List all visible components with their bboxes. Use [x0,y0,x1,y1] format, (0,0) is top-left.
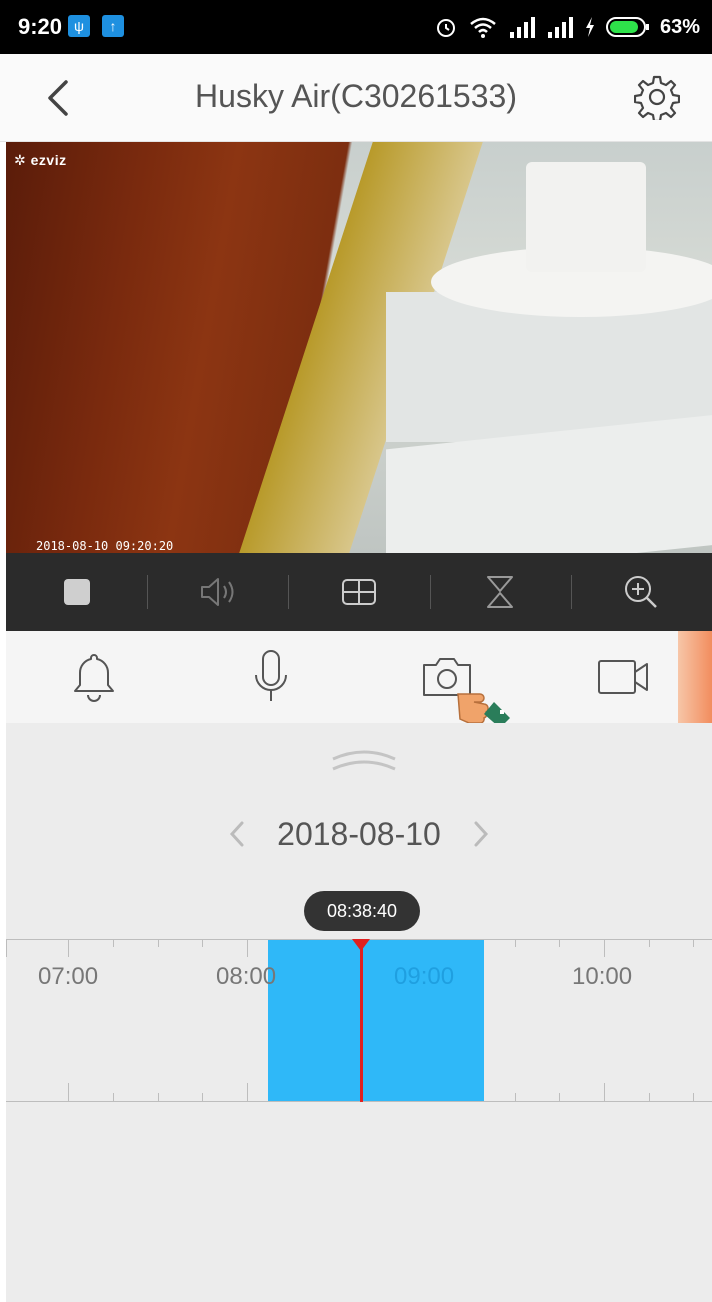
upload-icon: ↑ [102,15,124,37]
timeline-label: 09:00 [394,963,455,990]
timeline-tick [693,939,694,947]
bell-icon [74,654,115,702]
timeline-tick [158,939,159,947]
page-title: Husky Air(C30261533) [195,78,517,114]
ezviz-logo-icon: ✲ [14,152,27,168]
flip-button[interactable] [429,553,571,631]
action-row [6,631,712,723]
stop-button[interactable] [6,553,147,631]
grid-icon [342,579,376,605]
timeline-tick [6,939,7,957]
app-header: Husky Air(C30261533) [0,54,712,142]
talk-button[interactable] [183,631,360,723]
video-record-icon [597,660,648,694]
current-time-bubble: 08:38:40 [304,891,420,931]
status-time: 9:20 [18,14,63,39]
battery-percent: 63% [659,15,700,38]
timeline-tick [515,1093,516,1101]
timeline-tick [202,1093,203,1101]
camera-live-view[interactable]: ✲ ezviz 2018-08-10 09:20:20 [6,142,712,553]
timeline-tick [113,939,114,947]
zoom-in-icon [625,576,658,608]
timeline-tick [68,1083,69,1101]
camera-timestamp: 2018-08-10 09:20:20 [36,539,174,553]
sound-button[interactable] [147,553,288,631]
alarm-button[interactable] [6,631,183,723]
camera-logo-text: ezviz [30,152,67,168]
collapse-arrow-icon[interactable] [329,743,399,773]
timeline-tick [604,1083,605,1101]
timeline-tick [158,1093,159,1101]
timeline-tick [559,1093,560,1101]
timeline-tick [247,1083,248,1101]
battery-icon [605,17,649,37]
date-selector: 2018-08-10 [6,811,712,857]
timeline-tick [693,1093,694,1101]
timeline-tick [604,939,605,957]
signal-icon [547,17,573,38]
timeline-tick [515,939,516,947]
timeline-tick [649,1093,650,1101]
timeline-bottom-border [6,1101,712,1102]
microphone-icon [254,650,287,701]
timeline-label: 07:00 [38,963,99,990]
playback-panel: 2018-08-10 08:38:40 07:00 08:00 09:00 10… [6,723,712,1302]
quality-button[interactable] [288,553,429,631]
timeline-cursor[interactable] [360,939,363,1102]
timeline-tick [68,939,69,957]
timeline-label: 08:00 [216,963,277,990]
timeline-tick [559,939,560,947]
chevron-left-icon[interactable] [227,819,247,849]
camera-logo: ✲ ezviz [14,152,67,169]
chevron-right-icon[interactable] [471,819,491,849]
camera-scene [526,162,646,272]
usb-icon: ψ [68,15,90,37]
gear-icon[interactable] [634,74,680,120]
wifi-icon [470,17,496,38]
flip-icon [487,576,514,608]
stop-icon [63,579,90,605]
alarm-icon [436,19,455,37]
timeline-cursor-marker [352,939,370,951]
status-bar: 9:20 ψ ↑ 63% [0,0,712,54]
timeline[interactable]: 07:00 08:00 09:00 10:00 [6,939,712,1102]
timeline-tick [247,939,248,957]
timeline-tick [202,939,203,947]
charging-icon [585,17,594,37]
video-toolbar [6,553,712,631]
speaker-icon [200,578,234,606]
timeline-tick [649,939,650,947]
playback-date[interactable]: 2018-08-10 [277,816,441,853]
timeline-label: 10:00 [572,963,633,990]
side-panel-tab[interactable] [678,631,712,723]
signal-icon [509,17,535,38]
zoom-button[interactable] [570,553,712,631]
timeline-tick [113,1093,114,1101]
